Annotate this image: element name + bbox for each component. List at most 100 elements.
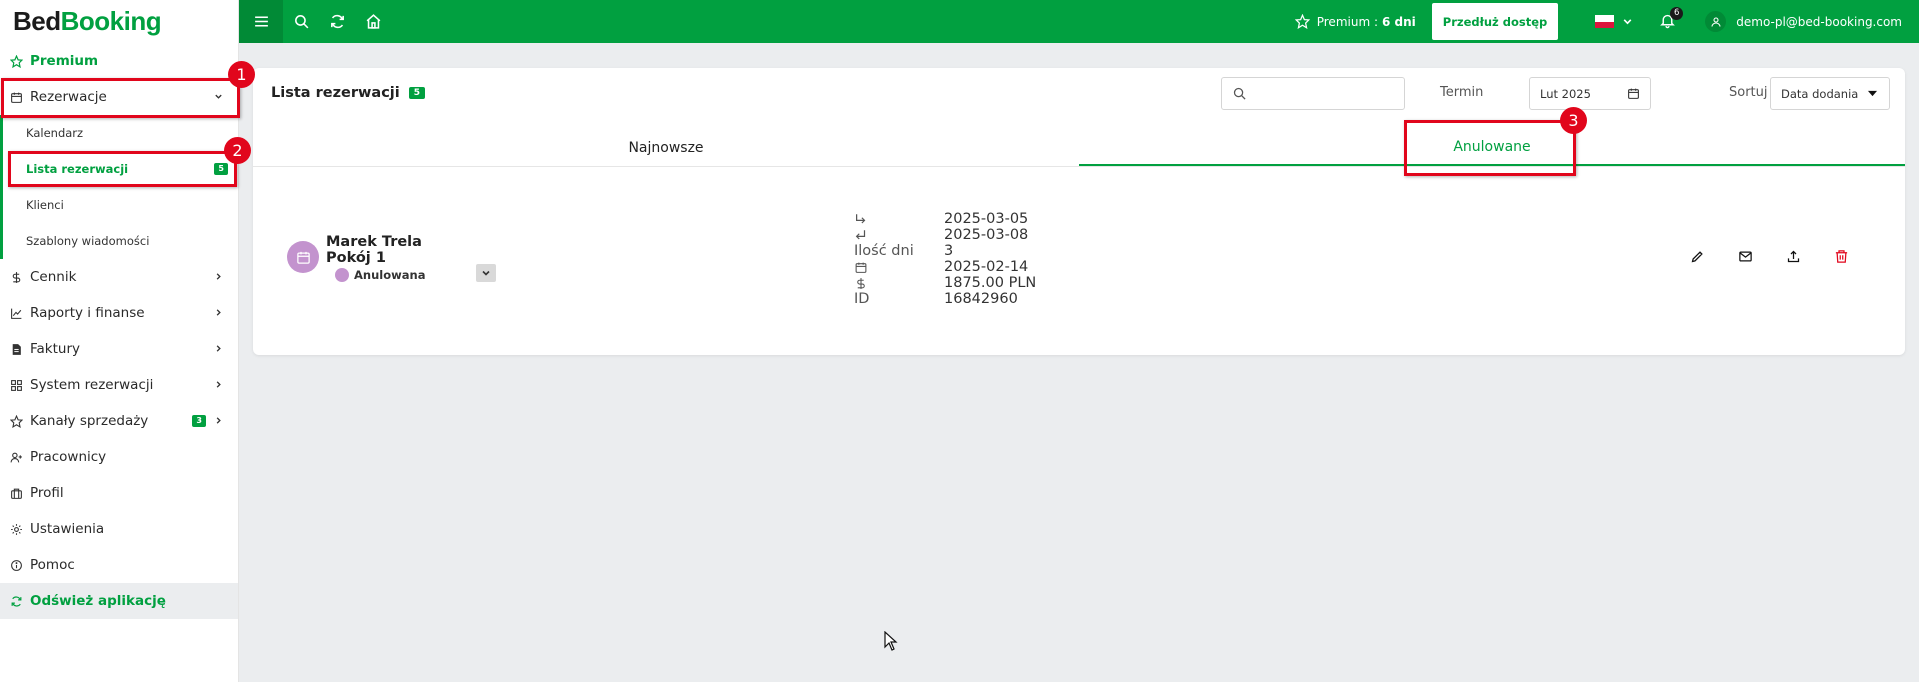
- upload-icon: [1787, 250, 1799, 263]
- sidebar-item-sales-channels[interactable]: Kanały sprzedaży 3: [0, 403, 238, 439]
- detail-days: Ilość dni 3: [854, 243, 1036, 259]
- page-title-text: Lista rezerwacji: [271, 85, 400, 101]
- calendar-icon: [296, 251, 310, 264]
- search-input[interactable]: [1221, 77, 1405, 110]
- sidebar-item-label: Pomoc: [30, 557, 75, 573]
- star-icon: [9, 54, 23, 68]
- user-avatar: [1705, 11, 1727, 32]
- premium-label: Premium :: [1316, 14, 1378, 29]
- dollar-icon: [854, 275, 944, 291]
- chevron-right-icon: [214, 308, 224, 318]
- expand-toggle-button[interactable]: [476, 264, 496, 282]
- search-button[interactable]: [283, 0, 319, 43]
- user-menu[interactable]: demo-pl@bed-booking.com: [1705, 11, 1902, 32]
- days-value: 3: [944, 243, 954, 259]
- mouse-cursor: [884, 630, 898, 655]
- price-value: 1875.00 PLN: [944, 275, 1037, 291]
- grid-icon: [9, 378, 23, 392]
- sidebar-item-label: Premium: [30, 53, 99, 69]
- reservations-submenu: Kalendarz Lista rezerwacji 5 Klienci Szab…: [0, 115, 238, 259]
- sync-button[interactable]: [319, 0, 355, 43]
- sidebar-item-label: Cennik: [30, 269, 77, 285]
- home-icon: [366, 14, 380, 29]
- sidebar-item-label: Raporty i finanse: [30, 305, 145, 321]
- step-marker-2: 2: [224, 137, 251, 164]
- info-circle-icon: [9, 558, 23, 572]
- count-badge: 3: [192, 415, 206, 427]
- premium-days: 6 dni: [1382, 14, 1416, 29]
- export-button[interactable]: [1769, 249, 1817, 264]
- poland-flag-icon: [1595, 15, 1615, 28]
- sidebar-subitem-label: Kalendarz: [26, 126, 84, 140]
- checkout-date: 2025-03-08: [944, 227, 1029, 243]
- sidebar-item-label: Profil: [30, 485, 64, 501]
- refresh-icon: [330, 14, 344, 29]
- extend-access-button[interactable]: Przedłuż dostęp: [1431, 3, 1559, 40]
- refresh-icon: [9, 594, 23, 608]
- sidebar-item-label: Odśwież aplikację: [30, 593, 166, 609]
- sidebar-subitem-message-templates[interactable]: Szablony wiadomości: [3, 223, 238, 259]
- logo-part-bed: Bed: [13, 6, 61, 36]
- days-label: Ilość dni: [854, 243, 914, 259]
- sidebar-item-refresh-app[interactable]: Odśwież aplikację: [0, 583, 238, 619]
- calendar-icon: [854, 259, 944, 275]
- reservation-row[interactable]: Marek Trela Pokój 1 Anulowana 2025-03-05…: [253, 198, 1905, 307]
- gear-icon: [9, 522, 23, 536]
- sidebar-item-help[interactable]: Pomoc: [0, 547, 238, 583]
- sidebar-item-invoices[interactable]: Faktury: [0, 331, 238, 367]
- hamburger-icon: [254, 16, 268, 27]
- caret-down-icon: [1867, 90, 1878, 97]
- sidebar-item-settings[interactable]: Ustawienia: [0, 511, 238, 547]
- dollar-icon: [9, 270, 23, 284]
- status-badge: Anulowana: [335, 268, 425, 282]
- edit-button[interactable]: [1673, 249, 1721, 264]
- detail-created: 2025-02-14: [854, 259, 1036, 275]
- premium-status[interactable]: Premium : 6 dni: [1294, 14, 1416, 29]
- term-value: Lut 2025: [1540, 86, 1591, 101]
- sidebar-subitem-label: Szablony wiadomości: [26, 234, 150, 248]
- highlight-box-reservations: [1, 78, 240, 118]
- reservation-actions: [1673, 249, 1865, 264]
- logo[interactable]: Bed Booking: [0, 0, 238, 43]
- detail-checkin: 2025-03-05: [854, 211, 1036, 227]
- sidebar-subitem-clients[interactable]: Klienci: [3, 187, 238, 223]
- home-button[interactable]: [355, 0, 391, 43]
- sidebar-item-premium[interactable]: Premium: [0, 43, 238, 79]
- detail-checkout: 2025-03-08: [854, 227, 1036, 243]
- reservation-details: 2025-03-05 2025-03-08 Ilość dni 3 2025-02…: [854, 211, 1036, 307]
- term-date-picker[interactable]: Lut 2025: [1529, 77, 1651, 110]
- sidebar-item-profile[interactable]: Profil: [0, 475, 238, 511]
- page-title: Lista rezerwacji 5: [271, 85, 433, 101]
- notifications-button[interactable]: 6: [1659, 6, 1684, 32]
- language-selector[interactable]: [1595, 12, 1633, 31]
- detail-id: ID 16842960: [854, 291, 1036, 307]
- search-icon: [1233, 87, 1246, 100]
- sidebar-item-pricing[interactable]: Cennik: [0, 259, 238, 295]
- delete-button[interactable]: [1817, 249, 1865, 264]
- sidebar-item-label: Kanały sprzedaży: [30, 413, 149, 429]
- sidebar-item-booking-system[interactable]: System rezerwacji: [0, 367, 238, 403]
- chevron-right-icon: [214, 344, 224, 354]
- id-value: 16842960: [944, 291, 1018, 307]
- guest-name: Marek Trela: [326, 234, 422, 250]
- trash-icon: [1835, 250, 1847, 263]
- tabs: Najnowsze Anulowane: [253, 129, 1905, 167]
- hamburger-menu-button[interactable]: [239, 0, 283, 43]
- user-icon: [1711, 16, 1721, 27]
- sidebar-item-employees[interactable]: Pracownicy: [0, 439, 238, 475]
- email-button[interactable]: [1721, 249, 1769, 264]
- tab-newest[interactable]: Najnowsze: [253, 129, 1079, 166]
- highlight-box-reservation-list: [8, 151, 237, 187]
- sidebar-item-label: Ustawienia: [30, 521, 105, 537]
- sidebar-subitem-calendar[interactable]: Kalendarz: [3, 115, 238, 151]
- sort-label: Sortuj: [1729, 85, 1768, 100]
- sidebar-item-reports[interactable]: Raporty i finanse: [0, 295, 238, 331]
- arrow-return-icon: [854, 227, 944, 243]
- detail-price: 1875.00 PLN: [854, 275, 1036, 291]
- star-icon: [9, 414, 23, 428]
- sidebar-subitem-label: Klienci: [26, 198, 64, 212]
- reservation-guest: Marek Trela Pokój 1: [326, 234, 422, 266]
- sort-select[interactable]: Data dodania: [1770, 77, 1890, 110]
- chevron-right-icon: [214, 416, 224, 426]
- pencil-icon: [1691, 251, 1703, 263]
